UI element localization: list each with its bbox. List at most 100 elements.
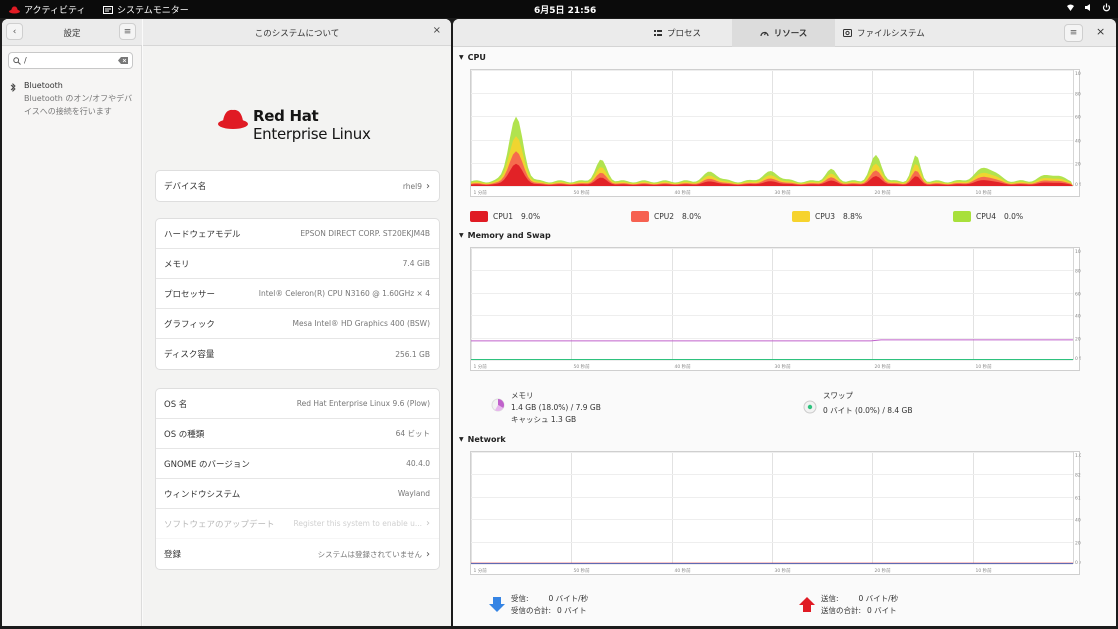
redhat-icon bbox=[9, 5, 20, 13]
row-value: 7.4 GiB bbox=[402, 259, 430, 268]
activities-button[interactable]: アクティビティ bbox=[9, 3, 85, 16]
memory-section-toggle[interactable]: ▼ Memory and Swap bbox=[459, 231, 551, 240]
y-tick-label: 60 % bbox=[1075, 292, 1081, 298]
search-input[interactable]: / bbox=[8, 52, 133, 69]
network-graph: 1 分前 50 秒前 40 秒前 30 秒前 20 秒前 10 秒前 1.0 kiB/秒 82… bbox=[470, 451, 1081, 575]
row-value: 256.1 GB bbox=[395, 349, 430, 359]
receive-stats: 受信: 0 バイト/秒 受信の合計: 0 バイト bbox=[511, 593, 588, 617]
monitor-header: プロセス リソース ファイルシステム ≡ × bbox=[453, 19, 1116, 47]
chevron-right-icon: › bbox=[426, 518, 430, 529]
chevron-right-icon: › bbox=[426, 180, 430, 192]
memory-row: メモリ 7.4 GiB bbox=[156, 249, 439, 279]
window-system-row: ウィンドウシステム Wayland bbox=[156, 479, 439, 509]
cpu-legend-item[interactable]: CPU1 9.0% bbox=[470, 211, 540, 222]
memory-history-plot: 1 分前 50 秒前 40 秒前 30 秒前 20 秒前 10 秒前 100 % 80 % 60… bbox=[471, 248, 1081, 370]
row-label: ディスク容量 bbox=[164, 350, 215, 360]
y-tick-label: 20 % bbox=[1075, 162, 1081, 168]
x-tick-label: 30 秒前 bbox=[775, 567, 792, 574]
cpu-name: CPU3 bbox=[815, 212, 836, 221]
row-value: Intel® Celeron(R) CPU N3160 @ 1.60GHz × … bbox=[258, 289, 430, 298]
system-status-area[interactable] bbox=[1066, 3, 1111, 12]
x-tick-label: 40 秒前 bbox=[675, 363, 692, 370]
x-tick-label: 50 秒前 bbox=[574, 567, 591, 574]
color-swatch[interactable] bbox=[792, 211, 810, 222]
top-bar: アクティビティ システムモニター 6月5日 21:56 bbox=[0, 0, 1118, 18]
y-tick-label: 80 % bbox=[1075, 92, 1081, 98]
cpu-value: 0.0% bbox=[1004, 212, 1024, 221]
cpu-legend-item[interactable]: CPU2 8.0% bbox=[631, 211, 701, 222]
upload-arrow-icon bbox=[799, 597, 815, 612]
memory-label: メモリ bbox=[511, 391, 534, 400]
clock[interactable]: 6月5日 21:56 bbox=[534, 3, 596, 16]
network-section-toggle[interactable]: ▼ Network bbox=[459, 435, 506, 444]
row-label: デバイス名 bbox=[164, 182, 207, 192]
row-label: ウィンドウシステム bbox=[164, 489, 241, 500]
clear-icon[interactable] bbox=[118, 57, 128, 64]
y-tick-label: 40 % bbox=[1075, 139, 1081, 145]
send-total: 0 バイト bbox=[867, 606, 897, 615]
settings-window: ‹ 設定 ≡ / Bluetooth Bluetooth のオン/オフやデバイス… bbox=[2, 19, 451, 626]
row-label: 登録 bbox=[164, 550, 182, 560]
tab-processes[interactable]: プロセス bbox=[646, 19, 709, 47]
device-name-row[interactable]: デバイス名 rhel9 › bbox=[156, 171, 439, 201]
software-updates-row[interactable]: ソフトウェアのアップデート Register this system to ena… bbox=[156, 509, 439, 539]
cpu-legend-item[interactable]: CPU4 0.0% bbox=[953, 211, 1023, 222]
x-tick-label: 40 秒前 bbox=[675, 189, 692, 196]
triangle-down-icon: ▼ bbox=[459, 436, 464, 443]
memory-cache: キャッシュ 1.3 GB bbox=[511, 415, 577, 424]
search-result-bluetooth[interactable]: Bluetooth Bluetooth のオン/オフやデバイスへの接続を行います bbox=[10, 81, 138, 118]
cpu-section-toggle[interactable]: ▼ CPU bbox=[459, 53, 486, 62]
row-label: OS 名 bbox=[164, 399, 188, 410]
y-tick-label: 100 % bbox=[1075, 249, 1081, 255]
menu-button[interactable]: ≡ bbox=[119, 23, 136, 40]
tab-filesystems[interactable]: ファイルシステム bbox=[835, 19, 933, 47]
triangle-down-icon: ▼ bbox=[459, 232, 464, 239]
y-tick-label: 409 バイト bbox=[1075, 518, 1081, 524]
logo-line2: Enterprise Linux bbox=[253, 125, 371, 143]
tab-resources[interactable]: リソース bbox=[732, 19, 835, 47]
settings-sidebar: ‹ 設定 ≡ / Bluetooth Bluetooth のオン/オフやデバイス… bbox=[2, 19, 142, 626]
result-title: Bluetooth bbox=[24, 81, 63, 90]
registration-row[interactable]: 登録 システムは登録されていません › bbox=[156, 539, 439, 569]
x-tick-label: 10 秒前 bbox=[976, 189, 993, 196]
os-card: OS 名 Red Hat Enterprise Linux 9.6 (Plow) … bbox=[155, 388, 440, 570]
cpu-legend-item[interactable]: CPU3 8.8% bbox=[792, 211, 862, 222]
memory-pie-icon[interactable] bbox=[491, 398, 505, 412]
y-tick-label: 100 % bbox=[1075, 71, 1081, 77]
cpu-name: CPU2 bbox=[654, 212, 675, 221]
y-tick-label: 20 % bbox=[1075, 337, 1081, 343]
y-tick-label: 80 % bbox=[1075, 269, 1081, 275]
power-icon bbox=[1102, 3, 1111, 12]
x-tick-label: 20 秒前 bbox=[875, 363, 892, 370]
tab-label: リソース bbox=[773, 29, 808, 39]
cpu-graph: 1 分前 50 秒前 40 秒前 30 秒前 20 秒前 10 秒前 100 % 80 % 60… bbox=[470, 69, 1081, 197]
y-tick-label: 0 バイト/秒 bbox=[1075, 559, 1081, 566]
row-value: rhel9 bbox=[402, 181, 422, 191]
x-tick-label: 30 秒前 bbox=[775, 189, 792, 196]
color-swatch[interactable] bbox=[631, 211, 649, 222]
volume-icon bbox=[1085, 4, 1090, 11]
row-value: Wayland bbox=[397, 489, 430, 498]
app-menu[interactable]: システムモニター bbox=[103, 3, 189, 16]
close-icon[interactable]: × bbox=[433, 25, 441, 36]
gnome-version-row: GNOME のバージョン 40.4.0 bbox=[156, 449, 439, 479]
graphics-row: グラフィック Mesa Intel® HD Graphics 400 (BSW) bbox=[156, 309, 439, 339]
cpu-value: 8.8% bbox=[843, 212, 863, 221]
swap-stats: スワップ 0 バイト (0.0%) / 8.4 GB bbox=[823, 390, 913, 417]
x-tick-label: 1 分前 bbox=[474, 363, 488, 370]
send-rate: 0 バイト/秒 bbox=[858, 594, 899, 603]
hardware-card: ハードウェアモデル EPSON DIRECT CORP. ST20EKJM4B メ… bbox=[155, 218, 440, 370]
page-title: このシステムについて bbox=[254, 29, 340, 39]
color-swatch[interactable] bbox=[470, 211, 488, 222]
processor-row: プロセッサー Intel® Celeron(R) CPU N3160 @ 1.60… bbox=[156, 279, 439, 309]
main-menu-button[interactable]: ≡ bbox=[1064, 24, 1083, 42]
x-tick-label: 1 分前 bbox=[474, 567, 488, 574]
tab-label: ファイルシステム bbox=[857, 29, 925, 39]
color-swatch[interactable] bbox=[953, 211, 971, 222]
swap-pie-icon[interactable] bbox=[803, 400, 817, 414]
download-arrow-icon bbox=[489, 597, 505, 612]
close-icon[interactable]: × bbox=[1096, 25, 1105, 38]
cpu-value: 8.0% bbox=[682, 212, 702, 221]
swap-usage: 0 バイト (0.0%) / 8.4 GB bbox=[823, 406, 913, 415]
x-tick-label: 40 秒前 bbox=[675, 567, 692, 574]
